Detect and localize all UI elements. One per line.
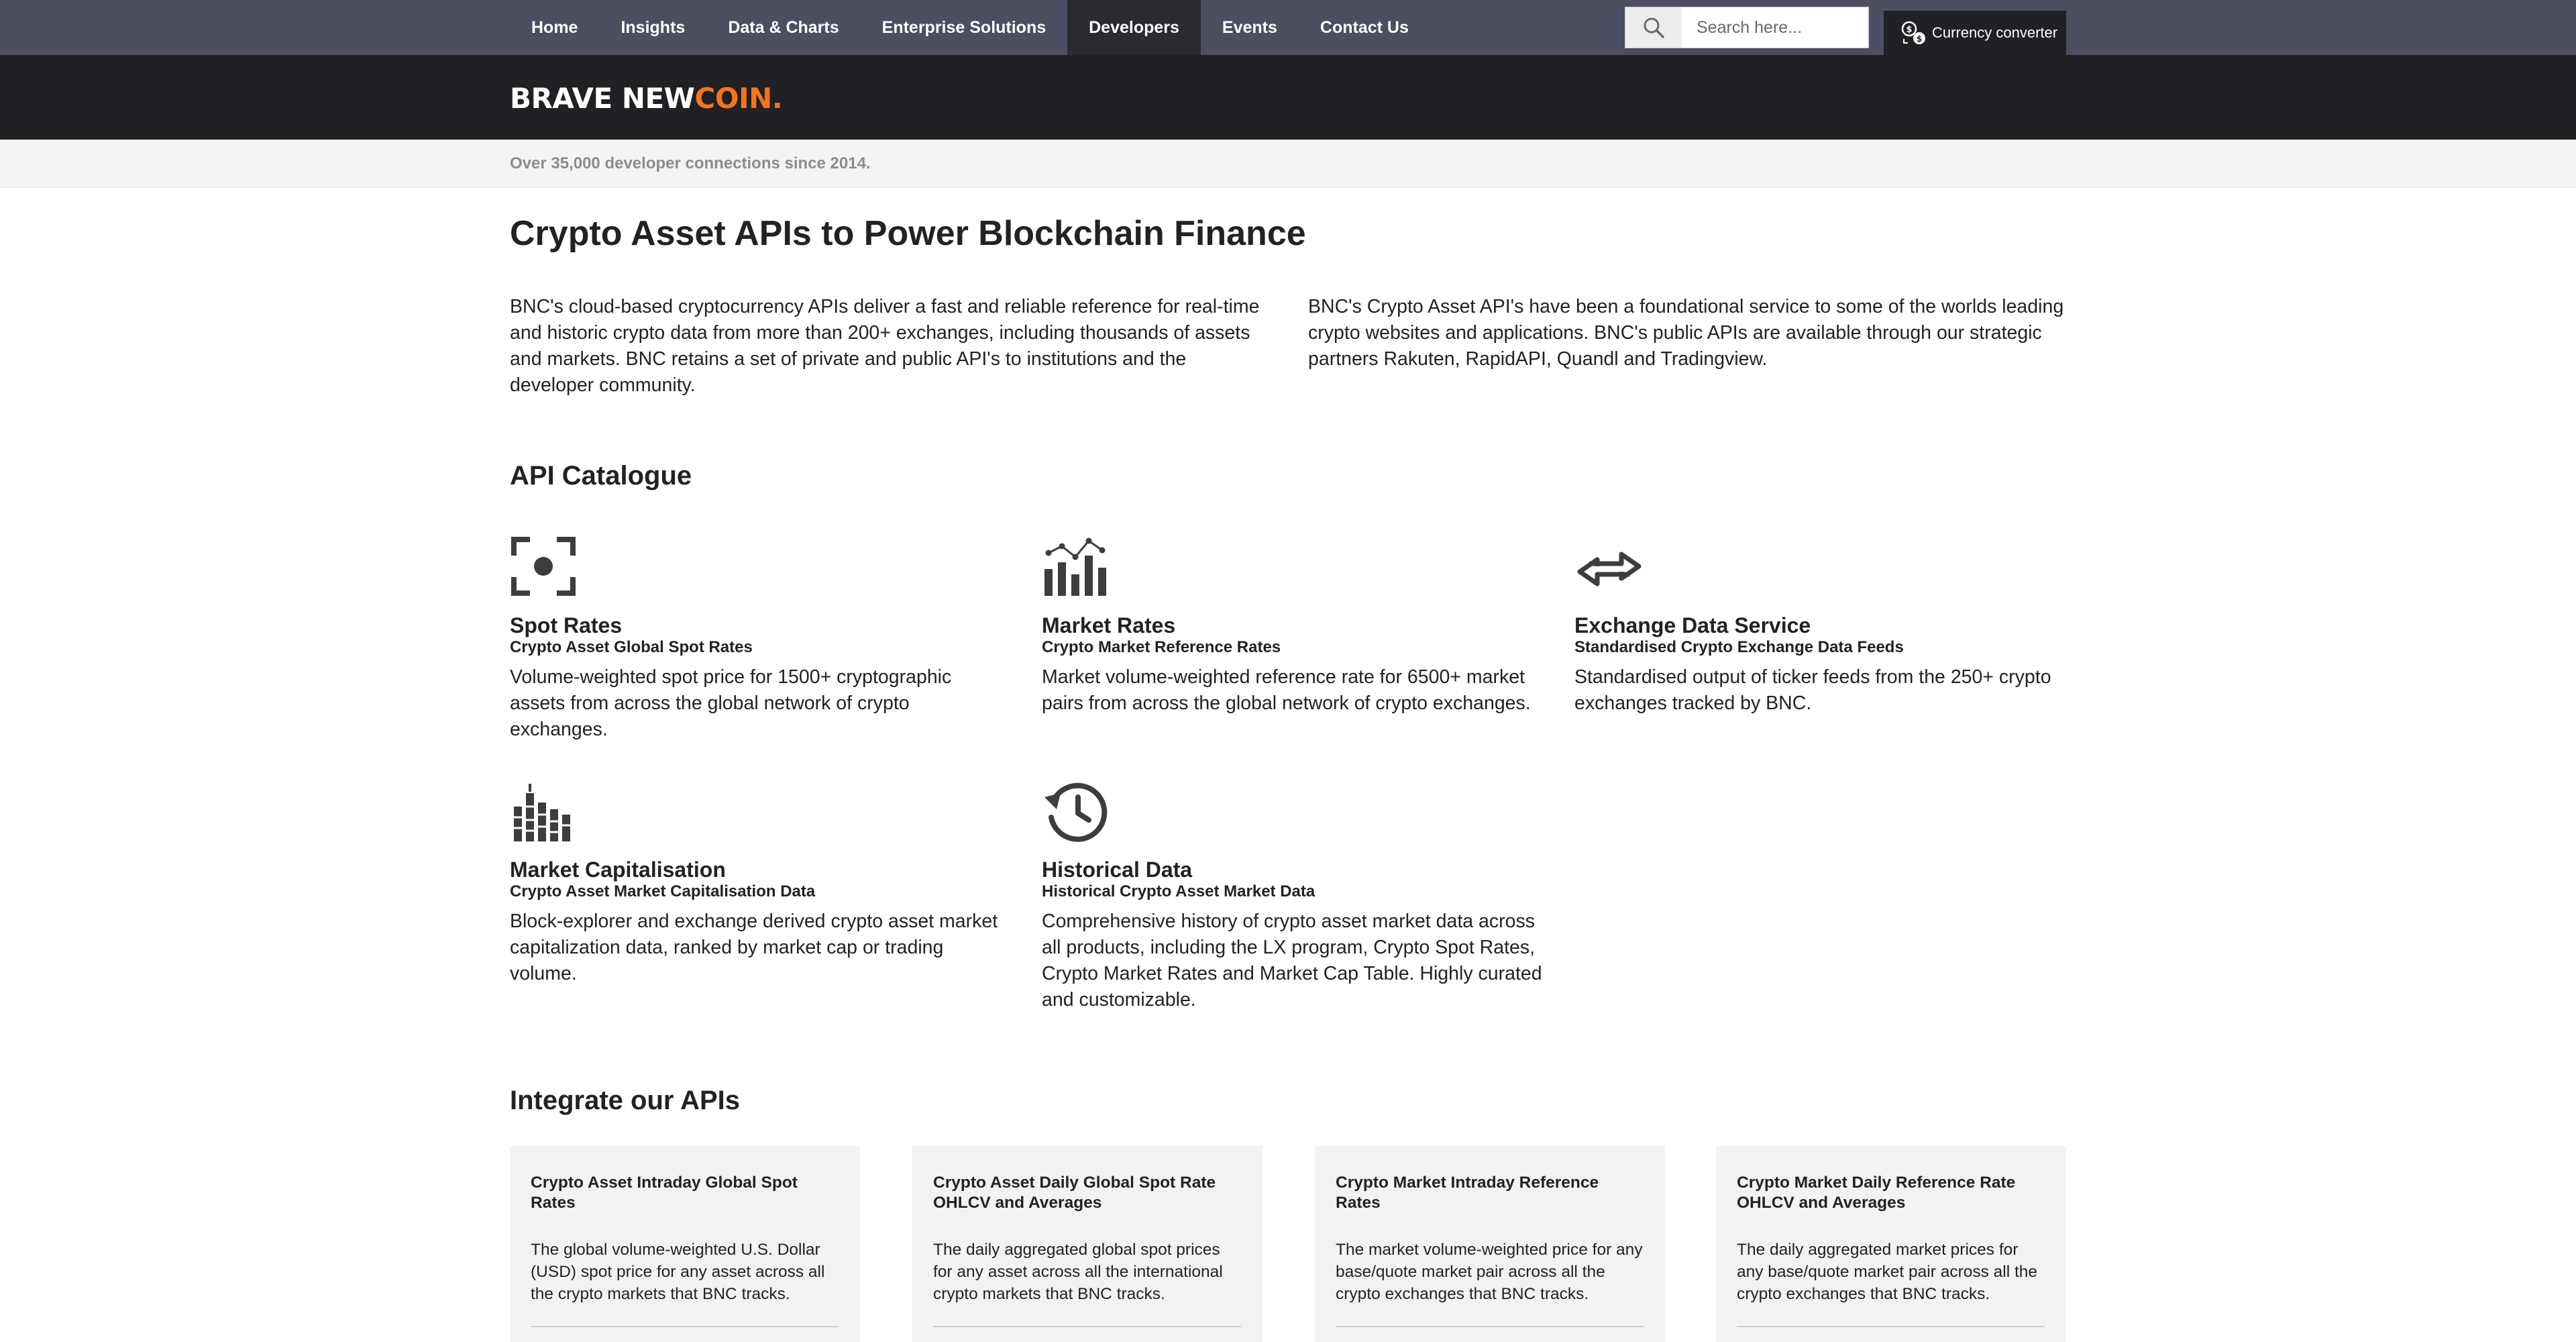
divider (1737, 1326, 2045, 1327)
currency-converter-icon: $ $ (1901, 21, 1925, 44)
nav-menu: Home Insights Data & Charts Enterprise S… (510, 0, 1430, 55)
currency-converter-label: Currency converter (1932, 24, 2058, 41)
integrate-card-description: The market volume-weighted price for any… (1336, 1241, 1643, 1303)
currency-converter-button[interactable]: $ $ Currency converter (1884, 11, 2066, 55)
api-subtitle: Crypto Asset Global Spot Rates (510, 638, 753, 656)
sub-header-bar: Over 35,000 developer connections since … (0, 140, 2576, 188)
page-title: Crypto Asset APIs to Power Blockchain Fi… (510, 214, 1306, 253)
api-name: Spot Rates (510, 613, 623, 637)
api-name: Market Capitalisation (510, 858, 726, 882)
api-name: Market Rates (1042, 613, 1176, 637)
bar-chart-icon (1044, 537, 1106, 596)
developer-connections-text: Over 35,000 developer connections since … (510, 154, 871, 172)
integrate-card-title[interactable]: Crypto Asset Intraday Global Spot Rates (531, 1173, 839, 1213)
api-description: Standardised output of ticker feeds from… (1574, 666, 2051, 714)
nav-item-developers[interactable]: Developers (1067, 0, 1201, 55)
integrate-card-description: The global volume-weighted U.S. Dollar (… (531, 1241, 825, 1303)
api-card-market-capitalisation[interactable]: Market Capitalisation Crypto Asset Marke… (510, 780, 1006, 987)
integrate-card-title[interactable]: Crypto Market Intraday Reference Rates (1336, 1173, 1644, 1213)
integrate-apis-heading: Integrate our APIs (510, 1086, 741, 1115)
api-card-market-rates[interactable]: Market Rates Crypto Market Reference Rat… (1042, 535, 1538, 717)
brand-bar: BRAVE NEWCOIN. (0, 55, 2576, 140)
integrate-card-title[interactable]: Crypto Market Daily Reference Rate OHLCV… (1737, 1173, 2045, 1213)
api-subtitle: Crypto Market Reference Rates (1042, 638, 1281, 656)
divider (1336, 1326, 1644, 1327)
search-icon[interactable] (1625, 7, 1682, 48)
api-name: Historical Data (1042, 858, 1193, 882)
api-catalogue-heading: API Catalogue (510, 461, 692, 491)
api-subtitle: Crypto Asset Market Capitalisation Data (510, 882, 816, 900)
target-icon (511, 537, 576, 596)
nav-item-events[interactable]: Events (1201, 0, 1299, 55)
api-description: Volume-weighted spot price for 1500+ cry… (510, 666, 952, 740)
api-subtitle: Historical Crypto Asset Market Data (1042, 882, 1316, 900)
integrate-card-description: The daily aggregated market prices for a… (1737, 1241, 2038, 1303)
integrate-card-title[interactable]: Crypto Asset Daily Global Spot Rate OHLC… (933, 1173, 1241, 1213)
api-description: Comprehensive history of crypto asset ma… (1042, 911, 1542, 1011)
svg-text:$: $ (1906, 25, 1912, 35)
integrate-card[interactable]: Crypto Market Daily Reference Rate OHLCV… (1716, 1146, 2066, 1342)
history-clock-icon (1044, 782, 1108, 842)
api-subtitle: Standardised Crypto Exchange Data Feeds (1574, 638, 1904, 656)
divider (933, 1326, 1241, 1327)
divider (531, 1326, 839, 1327)
search-box (1625, 7, 1869, 48)
nav-item-enterprise-solutions[interactable]: Enterprise Solutions (861, 0, 1067, 55)
exchange-arrows-icon (1577, 552, 1642, 586)
intro-paragraph-left: BNC's cloud-based cryptocurrency APIs de… (510, 296, 1260, 396)
api-card-exchange-data-service[interactable]: Exchange Data Service Standardised Crypt… (1574, 535, 2071, 717)
svg-text:$: $ (1917, 34, 1922, 44)
brave-new-coin-logo[interactable]: BRAVE NEWCOIN. (510, 82, 783, 115)
nav-item-insights[interactable]: Insights (599, 0, 706, 55)
api-card-historical-data[interactable]: Historical Data Historical Crypto Asset … (1042, 780, 1542, 1013)
api-description: Block-explorer and exchange derived cryp… (510, 911, 998, 984)
top-navigation: Home Insights Data & Charts Enterprise S… (0, 0, 2576, 55)
api-description: Market volume-weighted reference rate fo… (1042, 666, 1531, 714)
intro-paragraph-right: BNC's Crypto Asset API's have been a fou… (1308, 296, 2064, 370)
api-card-spot-rates[interactable]: Spot Rates Crypto Asset Global Spot Rate… (510, 535, 1006, 743)
integrate-card[interactable]: Crypto Market Intraday Reference Rates T… (1315, 1146, 1665, 1342)
search-input[interactable] (1682, 8, 1863, 47)
market-cap-icon (514, 784, 570, 841)
integrate-card[interactable]: Crypto Asset Intraday Global Spot Rates … (510, 1146, 860, 1342)
integrate-card[interactable]: Crypto Asset Daily Global Spot Rate OHLC… (912, 1146, 1263, 1342)
integrate-card-description: The daily aggregated global spot prices … (933, 1241, 1223, 1303)
nav-item-home[interactable]: Home (510, 0, 599, 55)
api-name: Exchange Data Service (1574, 613, 1811, 637)
nav-item-data-charts[interactable]: Data & Charts (706, 0, 860, 55)
nav-item-contact-us[interactable]: Contact Us (1299, 0, 1430, 55)
